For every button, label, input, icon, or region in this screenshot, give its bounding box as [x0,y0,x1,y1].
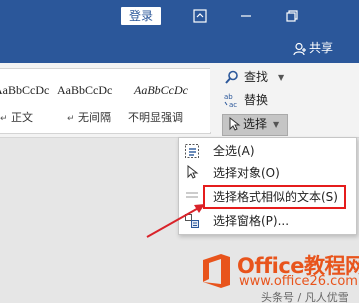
watermark: Office教程网 www.office26.com 头条号 / 凡人优雪 [199,249,359,304]
office-logo-icon [203,254,230,288]
watermark-url: www.office26.com [239,274,358,289]
